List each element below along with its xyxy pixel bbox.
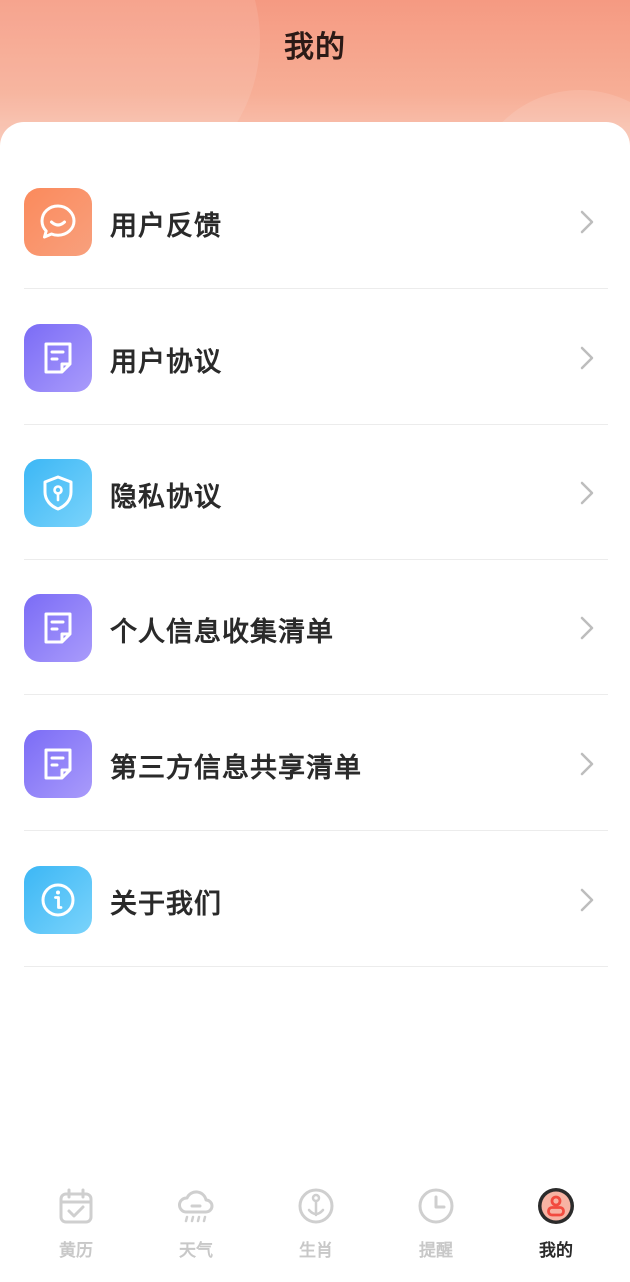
menu-item-third-party-sharing[interactable]: 第三方信息共享清单 — [24, 696, 608, 831]
clock-icon — [418, 1188, 454, 1224]
tab-weather[interactable]: 天气 — [136, 1186, 256, 1266]
menu-item-personal-info-list[interactable]: 个人信息收集清单 — [24, 560, 608, 695]
menu-item-about-us[interactable]: 关于我们 — [24, 832, 608, 967]
tab-almanac[interactable]: 黄历 — [16, 1186, 136, 1266]
shield-icon — [24, 459, 92, 527]
menu-item-label: 关于我们 — [110, 889, 222, 920]
chevron-right-icon — [580, 888, 594, 912]
menu-item-label: 第三方信息共享清单 — [110, 753, 362, 784]
menu-item-label: 用户反馈 — [110, 211, 222, 242]
menu-item-user-agreement[interactable]: 用户协议 — [24, 290, 608, 425]
cloud-rain-icon — [178, 1190, 214, 1223]
tab-zodiac[interactable]: 生肖 — [256, 1186, 376, 1266]
document-icon — [24, 324, 92, 392]
tab-label: 提醒 — [419, 1241, 453, 1261]
tab-label: 黄历 — [59, 1241, 93, 1261]
bottom-tab-bar: 黄历 天气 生肖 提醒 我的 — [0, 1170, 630, 1280]
chevron-right-icon — [580, 752, 594, 776]
menu-item-feedback[interactable]: 用户反馈 — [24, 154, 608, 289]
document-icon — [24, 730, 92, 798]
tab-reminder[interactable]: 提醒 — [376, 1186, 496, 1266]
chevron-right-icon — [580, 481, 594, 505]
zodiac-icon — [298, 1188, 334, 1224]
chevron-right-icon — [580, 210, 594, 234]
chevron-right-icon — [580, 616, 594, 640]
menu-item-label: 个人信息收集清单 — [110, 617, 334, 648]
page-title: 我的 — [284, 30, 346, 65]
tab-label: 我的 — [539, 1241, 573, 1261]
document-icon — [24, 594, 92, 662]
menu-item-privacy[interactable]: 隐私协议 — [24, 425, 608, 560]
tab-mine[interactable]: 我的 — [496, 1186, 616, 1266]
chat-bubble-icon — [24, 188, 92, 256]
calendar-icon — [59, 1188, 93, 1224]
menu-item-label: 用户协议 — [110, 347, 222, 378]
chevron-right-icon — [580, 346, 594, 370]
menu-item-label: 隐私协议 — [110, 482, 222, 513]
tab-label: 天气 — [179, 1241, 213, 1261]
menu-card: 用户反馈 用户协议 隐私协议 个人信息收集清单 第三方信息共享清单 关于我们 — [0, 122, 630, 1282]
info-icon — [24, 866, 92, 934]
tab-label: 生肖 — [299, 1241, 333, 1261]
user-icon — [538, 1188, 574, 1224]
